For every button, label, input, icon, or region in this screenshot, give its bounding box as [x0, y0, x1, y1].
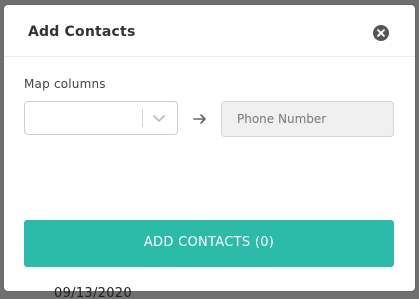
- arrow-right-icon: [193, 114, 206, 124]
- modal-title: Add Contacts: [28, 24, 136, 40]
- add-contacts-button[interactable]: ADD CONTACTS (0): [24, 220, 394, 267]
- add-contacts-modal: Add Contacts Map columns Phone Number AD…: [4, 5, 415, 291]
- close-icon[interactable]: [373, 25, 389, 41]
- background-date-text: 09/13/2020: [54, 286, 132, 299]
- select-divider: [142, 109, 143, 127]
- add-contacts-button-label: ADD CONTACTS (0): [143, 235, 275, 250]
- phone-number-field-text: Phone Number: [237, 112, 327, 126]
- phone-number-field: Phone Number: [221, 101, 394, 137]
- chevron-down-icon: [153, 115, 165, 122]
- column-select[interactable]: [24, 101, 178, 135]
- map-columns-label: Map columns: [24, 77, 106, 91]
- modal-header: Add Contacts: [4, 5, 415, 57]
